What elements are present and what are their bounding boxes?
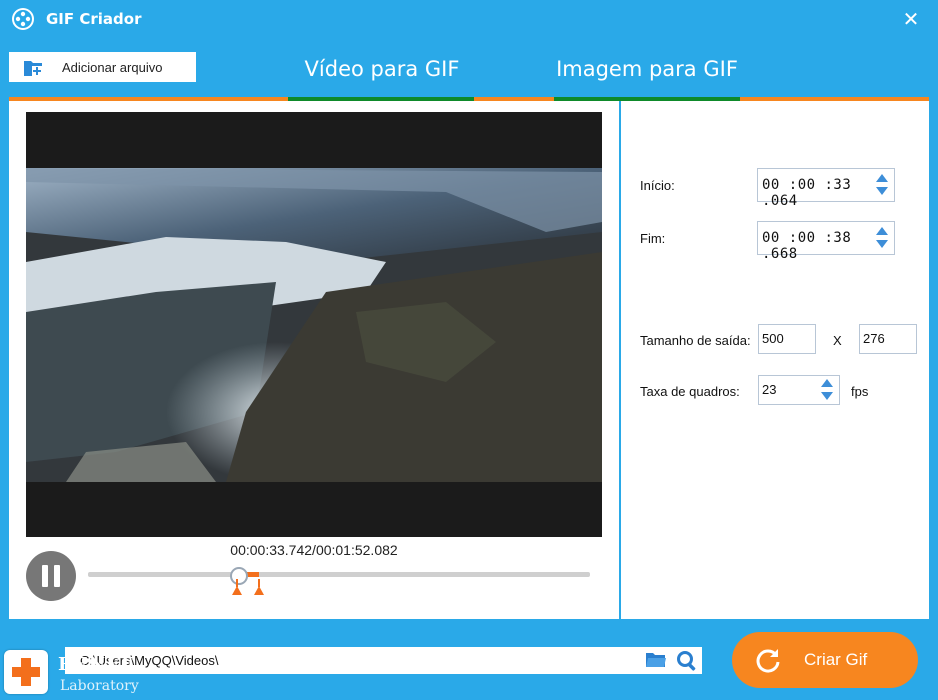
- brand-logo: RENEE Laboratory: [4, 650, 154, 700]
- end-time-value: 00 :00 :38 .668: [762, 230, 852, 262]
- end-label: Fim:: [640, 231, 666, 246]
- frame-rate-label: Taxa de quadros:: [640, 384, 740, 399]
- add-folder-icon: [23, 58, 43, 76]
- close-button[interactable]: ✕: [898, 6, 924, 32]
- folder-icon[interactable]: [645, 651, 667, 669]
- video-preview: [26, 112, 602, 537]
- window-title: GIF Criador: [46, 10, 142, 28]
- search-icon[interactable]: [676, 650, 698, 672]
- pause-icon: [54, 565, 60, 587]
- create-gif-button[interactable]: Criar Gif: [732, 632, 918, 688]
- width-field[interactable]: 500: [758, 324, 816, 354]
- height-value: 276: [863, 331, 885, 346]
- logo-name: RENEE: [58, 654, 136, 675]
- current-time: 00:00:33.742: [230, 542, 313, 558]
- timeline-track[interactable]: [88, 572, 590, 577]
- preview-panel: 00:00:33.742/00:01:52.082: [9, 101, 619, 619]
- pause-icon: [42, 565, 48, 587]
- arrow-down-icon[interactable]: [876, 187, 888, 195]
- start-time-field[interactable]: 00 :00 :33 .064: [757, 168, 895, 209]
- add-file-button[interactable]: Adicionar arquivo: [9, 52, 196, 82]
- output-path-field[interactable]: C:\Users\MyQQ\Videos\: [65, 647, 702, 674]
- height-field[interactable]: 276: [859, 324, 917, 354]
- playback-time: 00:00:33.742/00:01:52.082: [9, 542, 619, 558]
- arrow-up-icon[interactable]: [876, 227, 888, 235]
- logo-subtitle: Laboratory: [60, 678, 139, 694]
- title-bar: GIF Criador ✕: [0, 0, 938, 40]
- end-time-spinner[interactable]: [876, 226, 888, 250]
- frame-rate-field[interactable]: 23: [758, 375, 840, 405]
- arrow-up-icon[interactable]: [821, 379, 833, 387]
- start-time-spinner[interactable]: [876, 173, 888, 197]
- film-reel-icon: [12, 8, 34, 30]
- frame-rate-value: 23: [762, 382, 777, 397]
- settings-panel: Início: 00 :00 :33 .064 Fim: 00 :00 :38 …: [621, 101, 929, 619]
- arrow-up-icon[interactable]: [876, 174, 888, 182]
- tab-video-to-gif[interactable]: Vídeo para GIF: [290, 52, 474, 98]
- total-time: 00:01:52.082: [315, 542, 398, 558]
- end-time-field[interactable]: 00 :00 :38 .668: [757, 221, 895, 262]
- frame-rate-spinner[interactable]: [821, 378, 833, 402]
- end-marker[interactable]: [253, 579, 265, 597]
- tab-image-to-gif[interactable]: Imagem para GIF: [555, 52, 739, 98]
- pause-button[interactable]: [26, 551, 76, 601]
- arrow-down-icon[interactable]: [876, 240, 888, 248]
- frame-rate-unit: fps: [851, 384, 869, 399]
- add-file-label: Adicionar arquivo: [62, 60, 163, 75]
- start-marker[interactable]: [231, 579, 243, 597]
- refresh-icon: [754, 646, 782, 674]
- create-gif-label: Criar Gif: [804, 650, 868, 669]
- arrow-down-icon[interactable]: [821, 392, 833, 400]
- size-separator: X: [833, 333, 842, 348]
- width-value: 500: [762, 331, 784, 346]
- start-label: Início:: [640, 178, 675, 193]
- output-size-label: Tamanho de saída:: [640, 333, 751, 348]
- start-time-value: 00 :00 :33 .064: [762, 177, 852, 209]
- logo-badge: [4, 650, 48, 694]
